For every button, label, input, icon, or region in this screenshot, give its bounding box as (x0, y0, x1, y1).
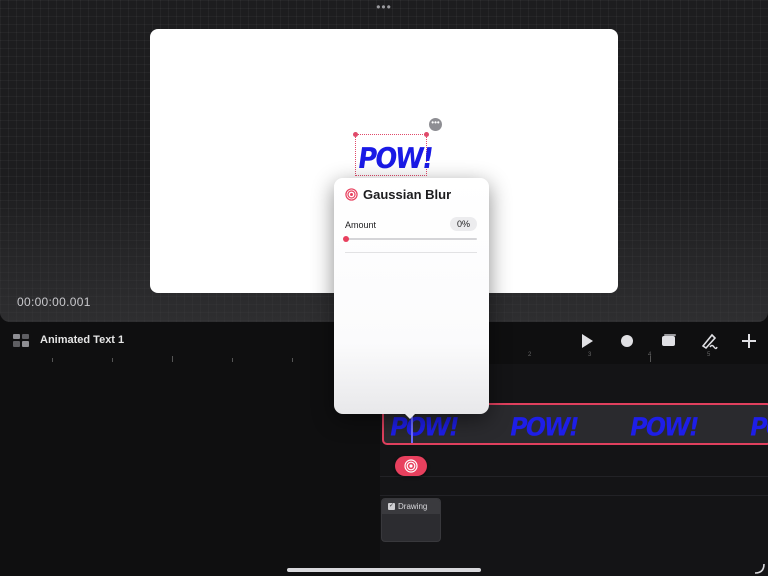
home-indicator[interactable] (287, 568, 481, 572)
ruler-number: 5 (707, 352, 711, 358)
clip-icon[interactable] (660, 332, 678, 350)
drawing-label: Drawing (398, 502, 428, 511)
clip-thumbnail-text: POW! (627, 412, 701, 442)
drawing-clip[interactable]: ✓ Drawing (381, 498, 441, 542)
ruler-number: 3 (588, 352, 592, 358)
plus-icon[interactable] (740, 332, 758, 350)
track-divider (380, 476, 768, 477)
clip-thumbnail-text: POW! (387, 412, 461, 442)
effect-rings-icon (404, 459, 418, 473)
track-headers-panel (0, 364, 380, 576)
popover-arrow (403, 412, 417, 419)
track-title: Animated Text 1 (40, 334, 125, 346)
drawing-clip-header: ✓ Drawing (382, 499, 440, 514)
more-options-dots-icon[interactable]: ••• (374, 1, 394, 13)
effect-rings-icon (345, 188, 358, 201)
ruler-number: 2 (528, 352, 532, 358)
selection-handle[interactable] (353, 132, 358, 137)
layers-icon[interactable] (13, 334, 29, 347)
canvas-text-object[interactable]: POW! (356, 143, 434, 176)
amount-value[interactable]: 0% (450, 217, 477, 231)
amount-label: Amount (345, 220, 377, 230)
selection-handle[interactable] (424, 132, 429, 137)
popover-title: Gaussian Blur (363, 187, 452, 202)
record-icon[interactable] (618, 332, 636, 350)
object-more-icon[interactable]: ••• (429, 118, 442, 131)
play-icon[interactable] (578, 332, 596, 350)
checkbox-icon[interactable]: ✓ (388, 503, 395, 510)
amount-slider-thumb[interactable] (343, 236, 349, 242)
track-divider (380, 495, 768, 496)
amount-slider[interactable] (346, 238, 477, 240)
corner-curve-icon (754, 563, 765, 574)
clip-thumbnail-text: POW! (507, 412, 581, 442)
pen-squiggle-icon[interactable] (700, 332, 718, 350)
clip-thumbnail-text: POW! (747, 412, 768, 442)
gaussian-blur-popover: Gaussian Blur Amount 0% (334, 178, 489, 414)
gaussian-blur-effect-button[interactable] (395, 456, 427, 476)
divider (345, 252, 477, 253)
timecode-display: 00:00:00.001 (17, 295, 91, 309)
ruler-number: 4 (648, 352, 652, 358)
